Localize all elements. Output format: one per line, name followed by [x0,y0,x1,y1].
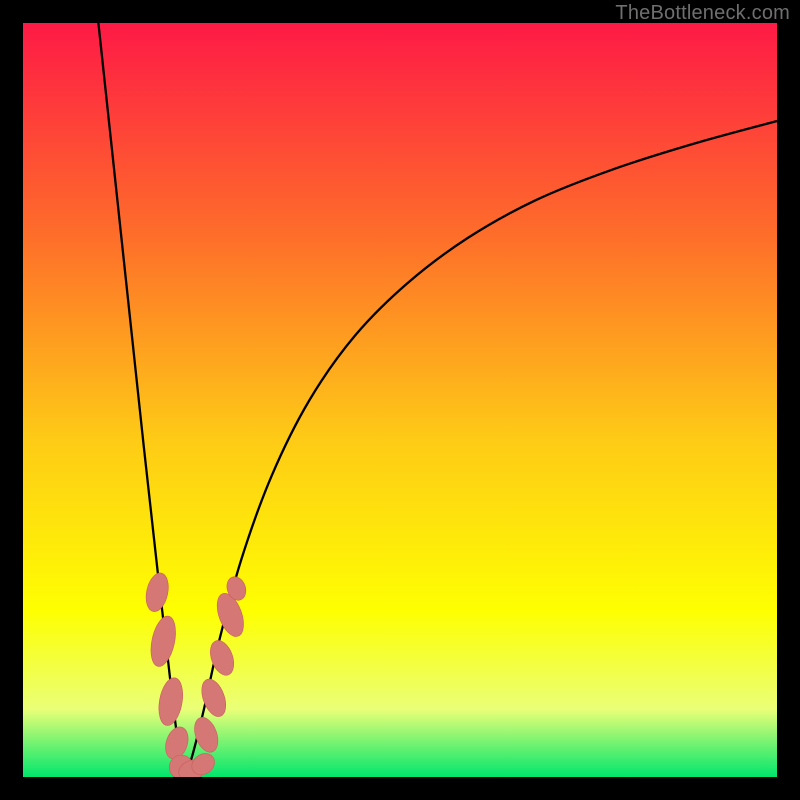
watermark-label: TheBottleneck.com [615,2,790,25]
scatter-marker [155,676,186,727]
curve-right-branch [185,121,777,777]
scatter-marker [147,614,180,669]
outer-frame: TheBottleneck.com [0,0,800,800]
curve-left-branch [98,23,185,777]
curve-layer [23,23,777,777]
plot-area [23,23,777,777]
scatter-marker [143,571,172,614]
